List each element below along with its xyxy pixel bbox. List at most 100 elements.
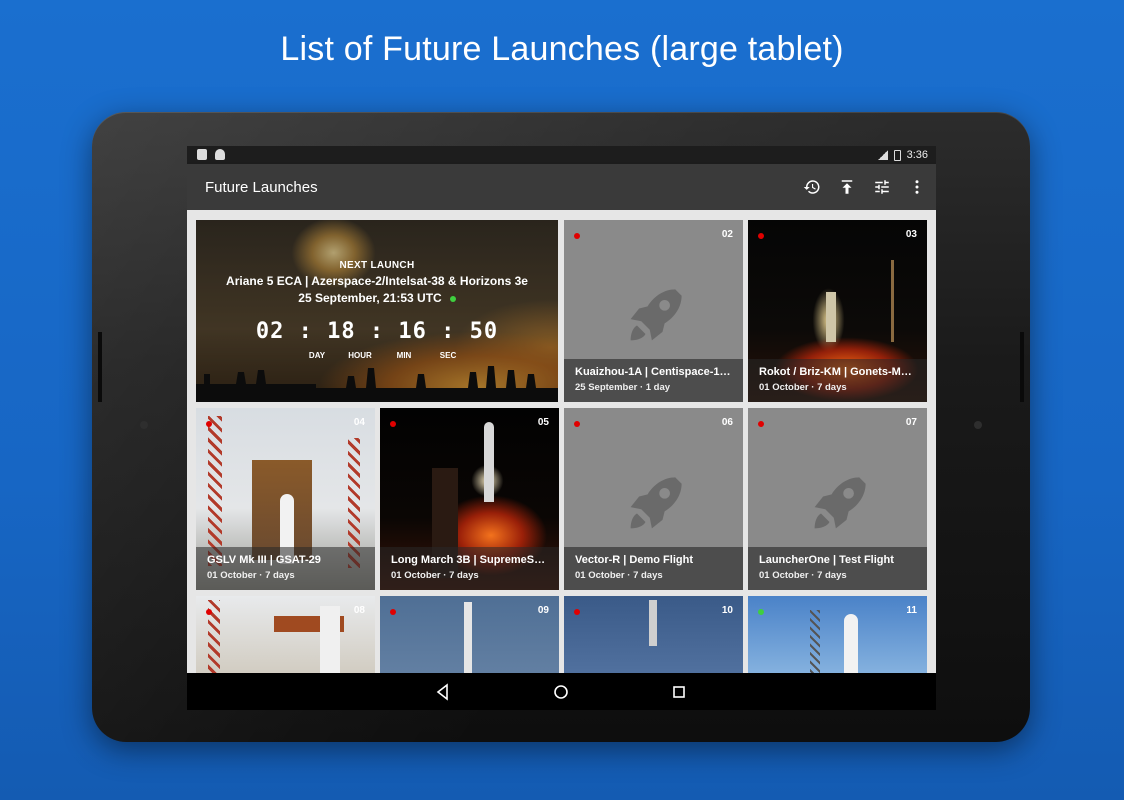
rocket-icon (814, 477, 866, 529)
launch-number: 08 (353, 605, 365, 616)
launch-tower (810, 610, 820, 673)
next-launch-label: NEXT LAUNCH (339, 260, 415, 271)
status-dot (758, 609, 764, 615)
next-launch-date: 25 September, 21:53 UTC (298, 291, 442, 305)
hero-dim-overlay (196, 220, 558, 402)
launch-photo (196, 596, 375, 673)
launch-number: 04 (353, 417, 365, 428)
launch-number: 05 (537, 417, 549, 428)
card-caption: Kuaizhou-1A | Centispace-1 S1 25 Septemb… (564, 359, 743, 402)
launch-number: 03 (905, 229, 917, 240)
launch-date: 01 October · 7 days (759, 382, 847, 393)
launch-name: Long March 3B | SupremeSAT-2 (391, 554, 548, 566)
card-caption: Vector-R | Demo Flight 01 October · 7 da… (564, 547, 743, 590)
unit-min: MIN (396, 351, 412, 360)
launch-card[interactable]: 02 Kuaizhou-1A | Centispace-1 S1 25 Sept… (564, 220, 743, 402)
launch-grid: NEXT LAUNCH Ariane 5 ECA | Azerspace-2/I… (187, 210, 936, 673)
launch-date: 01 October · 7 days (207, 570, 295, 581)
card-caption: Long March 3B | SupremeSAT-2 01 October … (380, 547, 559, 590)
countdown-min: 16 (398, 319, 427, 344)
tablet-side-edge-left (98, 332, 102, 402)
launch-card[interactable]: 04 GSLV Mk III | GSAT-29 01 October · 7 … (196, 408, 375, 590)
rocket-body (649, 600, 657, 646)
status-bar: 3:36 (187, 146, 936, 164)
countdown: 02 : 18 : 16 : 50 (255, 319, 499, 344)
launch-tower-left (208, 416, 222, 566)
status-dot (574, 421, 580, 427)
launch-name: LauncherOne | Test Flight (759, 554, 894, 566)
launch-date: 01 October · 7 days (391, 570, 479, 581)
rocket-body (320, 606, 340, 673)
launch-card[interactable]: 07 LauncherOne | Test Flight 01 October … (748, 408, 927, 590)
launch-name: GSLV Mk III | GSAT-29 (207, 554, 321, 566)
rocket-icon (630, 289, 682, 341)
tablet-side-edge-right (1020, 332, 1024, 402)
launch-card[interactable]: 06 Vector-R | Demo Flight 01 October · 7… (564, 408, 743, 590)
status-time: 3:36 (906, 149, 928, 161)
device-screen: 3:36 Future Launches NEXT LAUNCH Ariane … (187, 146, 936, 710)
status-dot (574, 609, 580, 615)
headline: List of Future Launches (large tablet) (280, 30, 844, 68)
recents-icon[interactable] (669, 682, 689, 702)
back-icon[interactable] (433, 682, 453, 702)
rocket-body (484, 422, 494, 502)
android-icon (215, 149, 225, 160)
status-dot (206, 421, 212, 427)
launch-photo (748, 596, 927, 673)
launch-date: 01 October · 7 days (759, 570, 847, 581)
status-dot (449, 295, 456, 302)
app-bar: Future Launches (187, 164, 936, 210)
history-icon[interactable] (803, 176, 821, 198)
launch-number: 06 (721, 417, 733, 428)
filter-icon[interactable] (873, 176, 891, 198)
launch-number: 11 (906, 605, 917, 616)
status-dot (574, 233, 580, 239)
sd-card-icon (197, 149, 207, 160)
next-launch-datetime: 25 September, 21:53 UTC (196, 291, 558, 305)
more-vert-icon[interactable] (908, 176, 926, 198)
launch-card[interactable]: 05 Long March 3B | SupremeSAT-2 01 Octob… (380, 408, 559, 590)
tablet-sensor (974, 421, 982, 429)
status-dot (758, 421, 764, 427)
launch-card[interactable]: 11 (748, 596, 927, 673)
launch-card[interactable]: 10 (564, 596, 743, 673)
launch-number: 10 (721, 605, 733, 616)
home-icon[interactable] (551, 682, 571, 702)
tablet-camera (140, 421, 148, 429)
launch-card[interactable]: 08 (196, 596, 375, 673)
card-caption: LauncherOne | Test Flight 01 October · 7… (748, 547, 927, 590)
launch-number: 02 (721, 229, 733, 240)
status-dot (390, 421, 396, 427)
launch-date: 25 September · 1 day (575, 382, 671, 393)
status-dot (758, 233, 764, 239)
launch-card[interactable]: 09 (380, 596, 559, 673)
next-launch-mission: Ariane 5 ECA | Azerspace-2/Intelsat-38 &… (226, 274, 528, 288)
launch-tower (891, 260, 894, 342)
rocket-body (464, 602, 472, 673)
scroll-top-icon[interactable] (838, 176, 856, 198)
unit-sec: SEC (439, 351, 457, 360)
card-caption: Rokot / Briz-KM | Gonets-M2... 01 Octobe… (748, 359, 927, 402)
page-title: Future Launches (205, 179, 318, 196)
status-dot (390, 609, 396, 615)
countdown-sec: 50 (469, 319, 499, 344)
card-caption: GSLV Mk III | GSAT-29 01 October · 7 day… (196, 547, 375, 590)
next-launch-card[interactable]: NEXT LAUNCH Ariane 5 ECA | Azerspace-2/I… (196, 220, 558, 402)
rocket-body (826, 292, 836, 342)
launch-number: 07 (905, 417, 917, 428)
navigation-bar (187, 673, 936, 710)
status-dot (206, 609, 212, 615)
launch-date: 01 October · 7 days (575, 570, 663, 581)
signal-icon (877, 150, 888, 160)
unit-hour: HOUR (348, 351, 372, 360)
launch-name: Kuaizhou-1A | Centispace-1 S1 (575, 366, 732, 378)
rocket-icon (630, 477, 682, 529)
unit-day: DAY (308, 351, 326, 360)
launch-card[interactable]: 03 Rokot / Briz-KM | Gonets-M2... 01 Oct… (748, 220, 927, 402)
countdown-day: 02 (255, 319, 285, 344)
countdown-hour: 18 (327, 319, 356, 344)
launch-name: Rokot / Briz-KM | Gonets-M2... (759, 366, 916, 378)
rocket-body (844, 614, 858, 673)
battery-icon (893, 149, 901, 161)
launch-name: Vector-R | Demo Flight (575, 554, 693, 566)
